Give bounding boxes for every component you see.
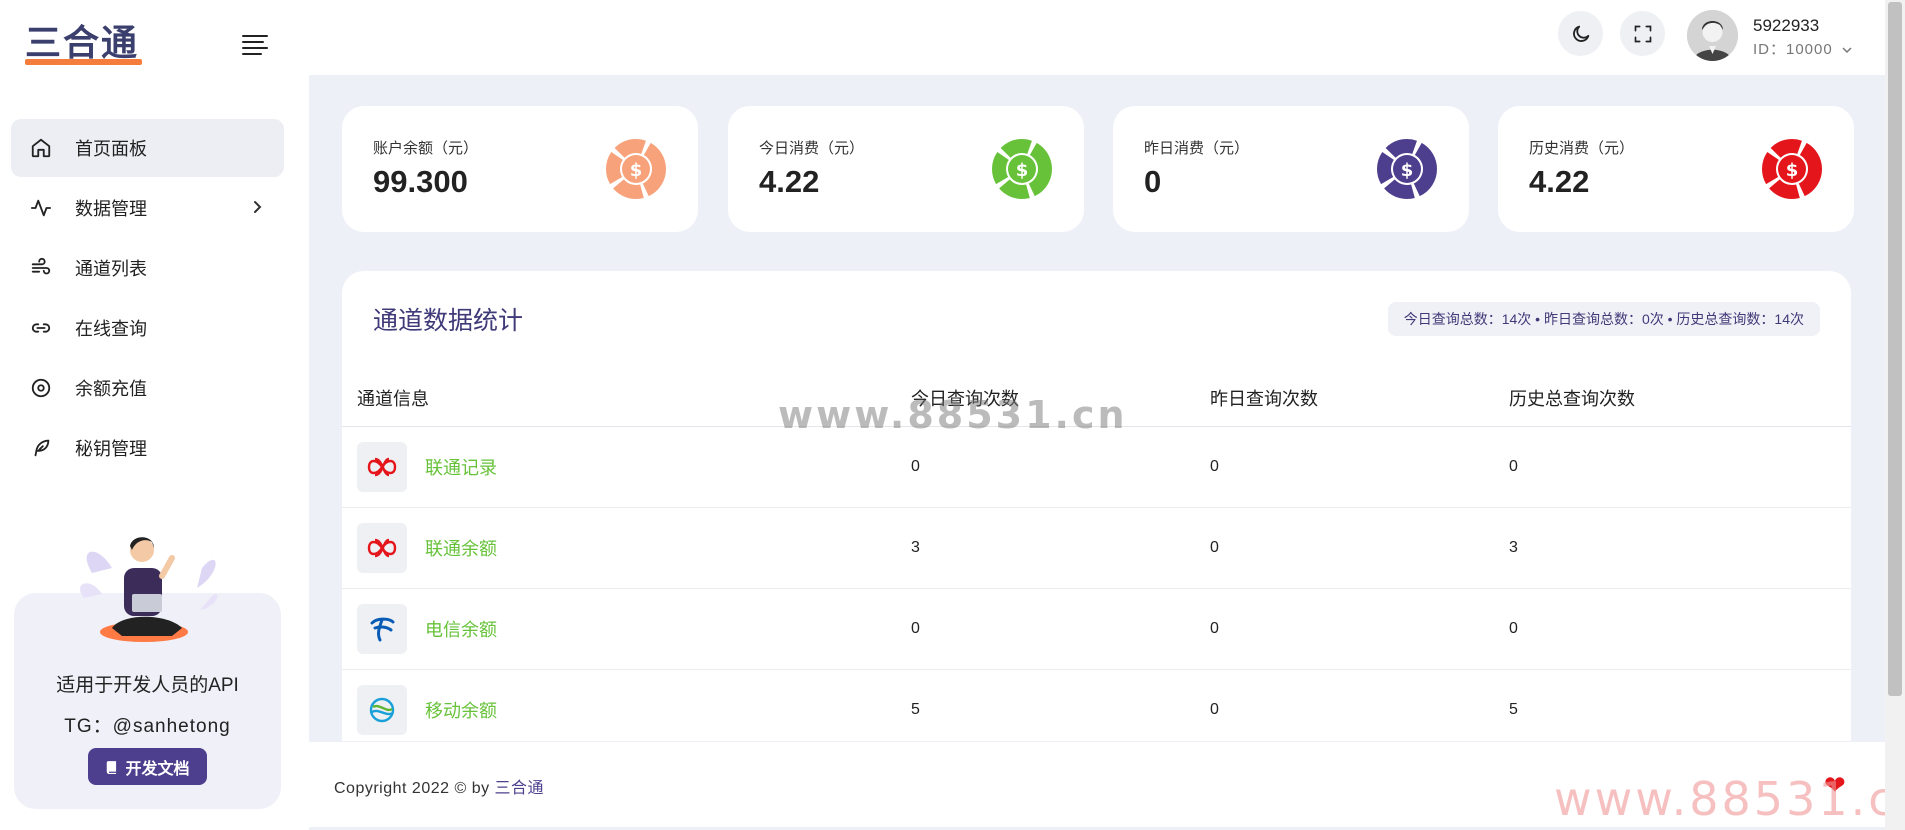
panel-title: 通道数据统计	[373, 307, 524, 335]
stat-value: 4.22	[759, 164, 820, 199]
watermark: www.88531.cn	[778, 393, 1128, 437]
sidebar-item-label: 首页面板	[75, 139, 147, 159]
channel-name-link[interactable]: 联通余额	[425, 535, 497, 561]
logo-text: 三合通	[25, 23, 140, 64]
yesterday-count: 0	[1210, 507, 1509, 589]
total-count: 0	[1509, 426, 1851, 508]
mobile-icon	[357, 684, 407, 735]
table-row: 移动余额 5 0 5	[342, 669, 1851, 741]
link-icon	[29, 316, 53, 340]
svg-text:$: $	[630, 160, 643, 181]
svg-text:$: $	[1016, 160, 1029, 181]
stat-value: 0	[1144, 164, 1162, 199]
stat-card-balance: 账户余额（元） 99.300 $	[342, 106, 698, 232]
dev-docs-button[interactable]: 开发文档	[88, 748, 207, 785]
promo-title: 适用于开发人员的API	[56, 675, 239, 696]
stat-title: 账户余额（元）	[373, 140, 479, 157]
sidebar-item-key-management[interactable]: 秘钥管理	[11, 419, 284, 477]
sidebar-item-label: 余额充值	[75, 379, 147, 399]
dark-mode-toggle[interactable]	[1558, 11, 1603, 56]
today-count: 0	[911, 588, 1210, 670]
feather-icon	[29, 436, 53, 460]
sidebar-item-online-query[interactable]: 在线查询	[11, 299, 284, 357]
stat-title: 昨日消费（元）	[1144, 140, 1250, 157]
telecom-icon	[357, 603, 407, 654]
chevron-down-icon	[1842, 46, 1852, 54]
yesterday-count: 0	[1210, 669, 1509, 741]
sidebar-item-label: 秘钥管理	[75, 439, 147, 459]
unicom-icon	[357, 441, 407, 492]
column-header: 昨日查询次数	[1210, 370, 1509, 427]
logo-underline	[25, 59, 142, 65]
promo-telegram: TG：@sanhetong	[64, 716, 231, 737]
sidebar-menu: 首页面板 数据管理 通道列表 在线查询 余额充值 秘钥管理	[11, 119, 284, 479]
total-count: 3	[1509, 507, 1851, 589]
table-row: 联通余额 3 0 3	[342, 507, 1851, 589]
wind-icon	[29, 256, 53, 280]
home-icon	[29, 136, 53, 160]
stat-value: 4.22	[1529, 164, 1590, 199]
today-count: 5	[911, 669, 1210, 741]
svg-text:$: $	[1401, 160, 1414, 181]
stat-card-today: 今日消费（元） 4.22 $	[728, 106, 1084, 232]
channel-stats-panel: 通道数据统计 今日查询总数：14次 • 昨日查询总数：0次 • 历史总查询数：1…	[342, 271, 1851, 741]
stat-card-history: 历史消费（元） 4.22 $	[1498, 106, 1854, 232]
today-count: 3	[911, 507, 1210, 589]
table-row: 联通记录 0 0 0	[342, 426, 1851, 508]
page-scrollbar[interactable]	[1885, 0, 1905, 830]
dollar-chart-icon: $	[606, 139, 666, 199]
stat-value: 99.300	[373, 164, 468, 199]
copyright-text: Copyright 2022 © by	[334, 780, 495, 797]
unicom-icon	[357, 522, 407, 573]
menu-toggle-icon[interactable]	[242, 34, 268, 55]
watermark: www.88531.cn	[1554, 772, 1905, 826]
moon-icon	[1570, 23, 1592, 45]
username[interactable]: 5922933	[1753, 16, 1819, 36]
table-row: 电信余额 0 0 0	[342, 588, 1851, 670]
copyright: Copyright 2022 © by 三合通	[334, 774, 544, 798]
svg-text:$: $	[1786, 160, 1799, 181]
logo[interactable]: 三合通	[25, 25, 145, 67]
developer-illustration	[72, 528, 222, 648]
stat-title: 今日消费（元）	[759, 140, 865, 157]
column-header: 历史总查询次数	[1509, 370, 1851, 427]
stat-title: 历史消费（元）	[1529, 140, 1635, 157]
user-id-text: ID：10000	[1753, 41, 1833, 58]
dev-docs-label: 开发文档	[125, 760, 190, 778]
sidebar-item-label: 数据管理	[75, 199, 147, 219]
sidebar-item-dashboard[interactable]: 首页面板	[11, 119, 284, 177]
activity-icon	[29, 196, 53, 220]
stat-card-yesterday: 昨日消费（元） 0 $	[1113, 106, 1469, 232]
chevron-right-icon	[252, 198, 264, 219]
channel-name-link[interactable]: 电信余额	[425, 616, 497, 642]
fullscreen-toggle[interactable]	[1620, 11, 1665, 56]
today-count: 0	[911, 426, 1210, 508]
user-id[interactable]: ID：10000	[1753, 38, 1852, 59]
top-header: 5922933 ID：10000	[309, 0, 1885, 75]
sidebar-item-label: 通道列表	[75, 259, 147, 279]
scrollbar-thumb[interactable]	[1888, 2, 1902, 696]
sidebar-item-channel-list[interactable]: 通道列表	[11, 239, 284, 297]
sidebar-item-recharge[interactable]: 余额充值	[11, 359, 284, 417]
dollar-chart-icon: $	[992, 139, 1052, 199]
sidebar: 三合通 首页面板 数据管理 通道列表 在线查询 余额充值 秘钥管理 适用于开发人…	[0, 0, 309, 830]
target-icon	[29, 376, 53, 400]
sidebar-item-data-management[interactable]: 数据管理	[11, 179, 284, 237]
sidebar-item-label: 在线查询	[75, 319, 147, 339]
yesterday-count: 0	[1210, 426, 1509, 508]
footer-brand-link[interactable]: 三合通	[495, 780, 545, 797]
dollar-chart-icon: $	[1377, 139, 1437, 199]
book-icon	[105, 760, 119, 774]
total-count: 0	[1509, 588, 1851, 670]
dollar-chart-icon: $	[1762, 139, 1822, 199]
total-count: 5	[1509, 669, 1851, 741]
channel-name-link[interactable]: 联通记录	[425, 454, 497, 480]
fullscreen-icon	[1633, 24, 1653, 44]
avatar[interactable]	[1687, 10, 1738, 61]
channel-name-link[interactable]: 移动余额	[425, 697, 497, 723]
query-totals: 今日查询总数：14次 • 昨日查询总数：0次 • 历史总查询数：14次	[1387, 302, 1820, 336]
yesterday-count: 0	[1210, 588, 1509, 670]
